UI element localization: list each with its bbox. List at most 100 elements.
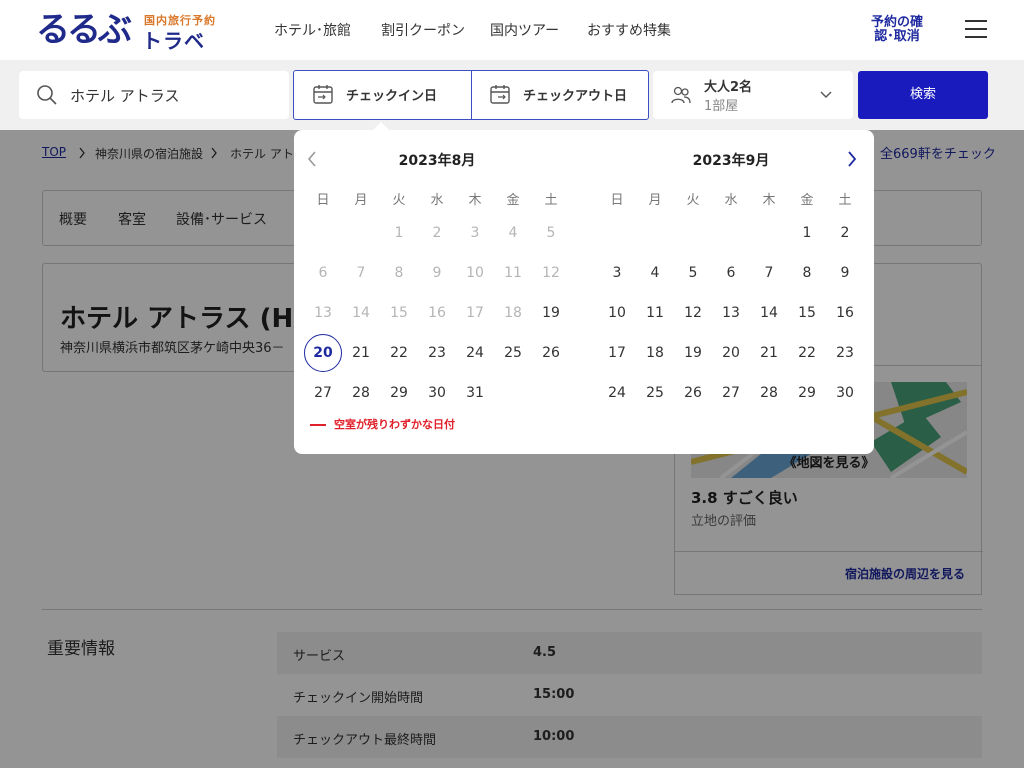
reserve-line-1: 予約の確	[870, 15, 923, 30]
nav-hotel-ryokan[interactable]: ホテル･旅館	[274, 20, 351, 40]
nav-featured[interactable]: おすすめ特集	[587, 20, 671, 40]
calendar-checkout-icon	[490, 85, 510, 104]
month-title: 2023年9月	[692, 153, 770, 169]
calendar-day: 13	[314, 305, 332, 321]
calendar-day[interactable]: 30	[826, 376, 864, 410]
calendar-day[interactable]: 6	[712, 256, 750, 290]
calendar-day[interactable]: 29	[788, 376, 826, 410]
calendar-day[interactable]: 26	[674, 376, 712, 410]
weekday-header: 水	[430, 193, 444, 208]
chevron-down-icon	[820, 91, 832, 98]
search-icon	[37, 85, 57, 105]
calendar-day[interactable]: 17	[598, 336, 636, 370]
calendar-day[interactable]: 20	[712, 336, 750, 370]
calendar-day[interactable]: 20	[304, 334, 342, 372]
checkin-date-field[interactable]: チェックイン日	[294, 71, 471, 119]
weekday-header: 日	[316, 193, 330, 208]
date-picker: 2023年8月 日月火水木金土 1 2 3 4 5 6 7 8 9 10 11 12 13 14 15 16 17…	[294, 130, 874, 454]
calendar-day[interactable]: 29	[380, 376, 418, 410]
calendar-day[interactable]: 1	[788, 216, 826, 250]
low-availability-legend: 空室が残りわずかな日付	[310, 416, 455, 432]
calendar-day: 14	[352, 305, 370, 321]
header: るるぶ 国内旅行予約 トラベル ホテル･旅館 割引クーポン 国内ツアー おすすめ…	[0, 0, 1024, 82]
guests-rooms-selector[interactable]: 大人2名 1部屋	[653, 71, 853, 119]
search-bar: ホテル アトラス チェックイン日 チェックアウト日 大人2名 1部屋 検索	[0, 60, 1024, 130]
calendar-day[interactable]: 4	[636, 256, 674, 290]
calendar-day[interactable]: 11	[636, 296, 674, 330]
month-august: 2023年8月 日月火水木金土 1 2 3 4 5 6 7 8 9 10 11 12 13 14 15 16 17…	[304, 130, 570, 430]
calendar-day[interactable]: 19	[674, 336, 712, 370]
calendar-day: 12	[542, 265, 560, 281]
calendar-day: 15	[390, 305, 408, 321]
calendar-day: 16	[428, 305, 446, 321]
calendar-day[interactable]: 3	[598, 256, 636, 290]
calendar-day[interactable]: 18	[636, 336, 674, 370]
calendar-day[interactable]: 31	[456, 376, 494, 410]
guests-count: 大人2名	[704, 80, 753, 95]
calendar-day[interactable]: 22	[380, 336, 418, 370]
nav-discount-coupon[interactable]: 割引クーポン	[381, 20, 465, 40]
reserve-line-2: 認･取消	[874, 29, 920, 44]
calendar-day: 18	[504, 305, 522, 321]
calendar-day[interactable]: 24	[598, 376, 636, 410]
search-button[interactable]: 検索	[858, 71, 988, 119]
legend-text: 空室が残りわずかな日付	[334, 418, 455, 431]
calendar-checkin-icon	[313, 85, 333, 104]
calendar-day[interactable]: 13	[712, 296, 750, 330]
keyword-input[interactable]: ホテル アトラス	[19, 71, 289, 119]
calendar-day[interactable]: 9	[826, 256, 864, 290]
calendar-day: 4	[508, 225, 518, 241]
calendar-day[interactable]: 10	[598, 296, 636, 330]
calendar-day: 8	[394, 265, 404, 281]
weekday-header: 水	[724, 193, 738, 208]
calendar-day: 7	[356, 265, 366, 281]
calendar-day[interactable]: 15	[788, 296, 826, 330]
calendar-day[interactable]: 23	[418, 336, 456, 370]
calendar-day[interactable]: 2	[826, 216, 864, 250]
weekday-header: 木	[762, 193, 776, 208]
calendar-day[interactable]: 7	[750, 256, 788, 290]
weekday-header: 土	[838, 193, 852, 208]
rooms-count: 1部屋	[704, 99, 739, 114]
calendar-day[interactable]: 25	[494, 336, 532, 370]
logo-main-text: るるぶ	[36, 10, 132, 50]
weekday-header: 木	[468, 193, 482, 208]
calendar-day[interactable]: 24	[456, 336, 494, 370]
calendar-day: 11	[504, 265, 522, 281]
checkout-label: チェックアウト日	[523, 89, 628, 104]
calendar-day[interactable]: 21	[342, 336, 380, 370]
calendar-day[interactable]: 26	[532, 336, 570, 370]
calendar-day[interactable]: 14	[750, 296, 788, 330]
calendar-day[interactable]: 27	[712, 376, 750, 410]
keyword-value: ホテル アトラス	[70, 87, 180, 105]
calendar-day[interactable]: 25	[636, 376, 674, 410]
date-range-field: チェックイン日 チェックアウト日	[293, 70, 649, 120]
calendar-day[interactable]: 8	[788, 256, 826, 290]
calendar-day[interactable]: 16	[826, 296, 864, 330]
calendar-day[interactable]: 28	[342, 376, 380, 410]
checkin-label: チェックイン日	[346, 89, 438, 104]
calendar-day[interactable]: 21	[750, 336, 788, 370]
weekday-header: 金	[506, 193, 520, 208]
calendar-day[interactable]: 30	[418, 376, 456, 410]
calendar-day[interactable]: 23	[826, 336, 864, 370]
calendar-day: 9	[432, 265, 442, 281]
calendar-day[interactable]: 5	[674, 256, 712, 290]
checkout-date-field[interactable]: チェックアウト日	[472, 71, 649, 119]
hamburger-menu-icon[interactable]	[965, 20, 987, 38]
weekday-header: 火	[686, 193, 700, 208]
calendar-day[interactable]: 22	[788, 336, 826, 370]
weekday-header: 月	[354, 193, 368, 208]
calendar-day[interactable]: 12	[674, 296, 712, 330]
weekday-header: 土	[544, 193, 558, 208]
weekday-header: 日	[610, 193, 624, 208]
calendar-day[interactable]: 28	[750, 376, 788, 410]
calendar-day[interactable]: 19	[532, 296, 570, 330]
legend-dash	[310, 424, 326, 426]
reservation-check-link[interactable]: 予約の確 認･取消	[862, 16, 932, 44]
calendar-day: 1	[394, 225, 404, 241]
nav-domestic-tour[interactable]: 国内ツアー	[490, 20, 559, 40]
rurubu-logo[interactable]: るるぶ 国内旅行予約 トラベル	[36, 10, 221, 82]
calendar-day: 2	[432, 225, 442, 241]
calendar-day[interactable]: 27	[304, 376, 342, 410]
